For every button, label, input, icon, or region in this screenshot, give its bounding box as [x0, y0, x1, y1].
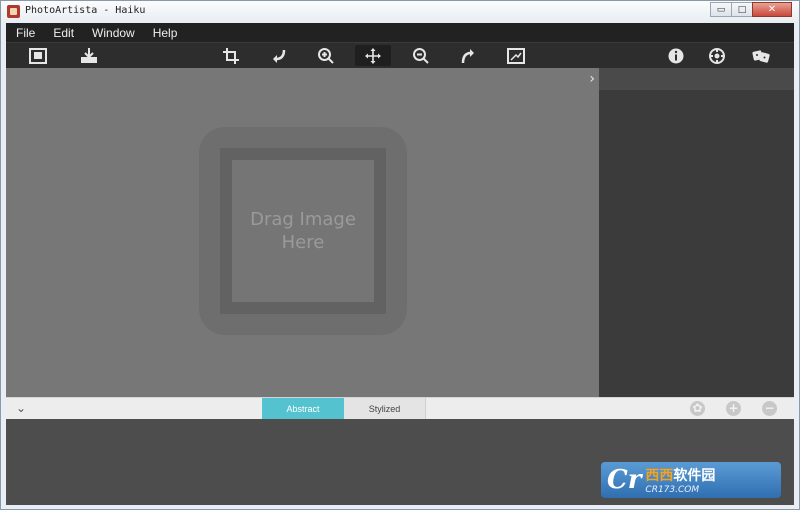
drop-zone-inner: Drag Image Here: [232, 160, 374, 302]
move-button[interactable]: [355, 45, 391, 66]
app-window: PhotoArtista - Haiku ▭ □ ✕ File Edit Win…: [0, 0, 800, 510]
menu-help[interactable]: Help: [153, 26, 178, 40]
menu-bar: File Edit Window Help: [6, 23, 794, 42]
drop-prompt-line2: Here: [281, 232, 325, 253]
image-drop-zone[interactable]: Drag Image Here: [199, 127, 407, 335]
watermark-logo: Cr 西西软件园 CR173.COM: [601, 462, 781, 498]
zoom-in-icon: [318, 47, 334, 64]
fit-image-icon: [507, 47, 525, 64]
side-panel-header: [599, 68, 794, 90]
window-controls: ▭ □ ✕: [710, 2, 792, 17]
watermark-name-1: 西西: [645, 468, 674, 484]
drop-zone-frame: Drag Image Here: [220, 148, 386, 314]
crop-icon: [223, 47, 239, 64]
panel-toggle-button[interactable]: ›: [589, 71, 595, 87]
rotate-left-icon: [273, 49, 286, 63]
collapse-presets-button[interactable]: ⌄: [16, 401, 26, 415]
open-image-button[interactable]: [20, 45, 56, 66]
tab-abstract[interactable]: Abstract: [262, 398, 344, 419]
info-icon: [668, 48, 684, 63]
save-image-icon: [81, 47, 97, 63]
crop-button[interactable]: [213, 45, 249, 66]
tab-stylized[interactable]: Stylized: [344, 398, 426, 419]
side-panel: [599, 68, 794, 397]
watermark-name-2: 软件园: [673, 468, 716, 484]
remove-preset-button[interactable]: −: [762, 401, 777, 416]
close-button[interactable]: ✕: [752, 2, 792, 17]
menu-file[interactable]: File: [16, 26, 35, 40]
preset-tab-bar: ⌄ Abstract Stylized ✿ + −: [6, 397, 794, 419]
watermark-cr: Cr: [607, 465, 642, 495]
toolbar: [6, 42, 794, 68]
rotate-left-button[interactable]: [261, 45, 297, 66]
random-dice-icon: [752, 49, 770, 63]
zoom-out-button[interactable]: [403, 45, 439, 66]
menu-window[interactable]: Window: [92, 26, 135, 40]
add-preset-button[interactable]: +: [726, 401, 741, 416]
info-button[interactable]: [658, 45, 694, 66]
open-image-icon: [29, 47, 47, 64]
zoom-in-button[interactable]: [308, 45, 344, 66]
zoom-out-icon: [413, 47, 429, 64]
app-logo-icon: [7, 5, 20, 18]
title-bar[interactable]: PhotoArtista - Haiku ▭ □ ✕: [1, 1, 799, 23]
watermark-site: CR173.COM: [645, 485, 700, 495]
settings-button[interactable]: [699, 45, 735, 66]
image-canvas[interactable]: › Drag Image Here: [6, 68, 599, 397]
rotate-right-icon: [461, 48, 474, 63]
drop-prompt-line1: Drag Image: [250, 209, 356, 230]
minimize-button[interactable]: ▭: [710, 2, 732, 17]
rotate-right-button[interactable]: [450, 45, 486, 66]
menu-edit[interactable]: Edit: [53, 26, 74, 40]
fit-image-button[interactable]: [498, 45, 534, 66]
maximize-button[interactable]: □: [731, 2, 753, 17]
window-title: PhotoArtista - Haiku: [25, 5, 146, 16]
move-icon: [365, 47, 381, 64]
settings-icon: [709, 47, 725, 64]
palette-button[interactable]: ✿: [690, 401, 705, 416]
save-image-button[interactable]: [71, 45, 107, 66]
random-button[interactable]: [743, 45, 779, 66]
